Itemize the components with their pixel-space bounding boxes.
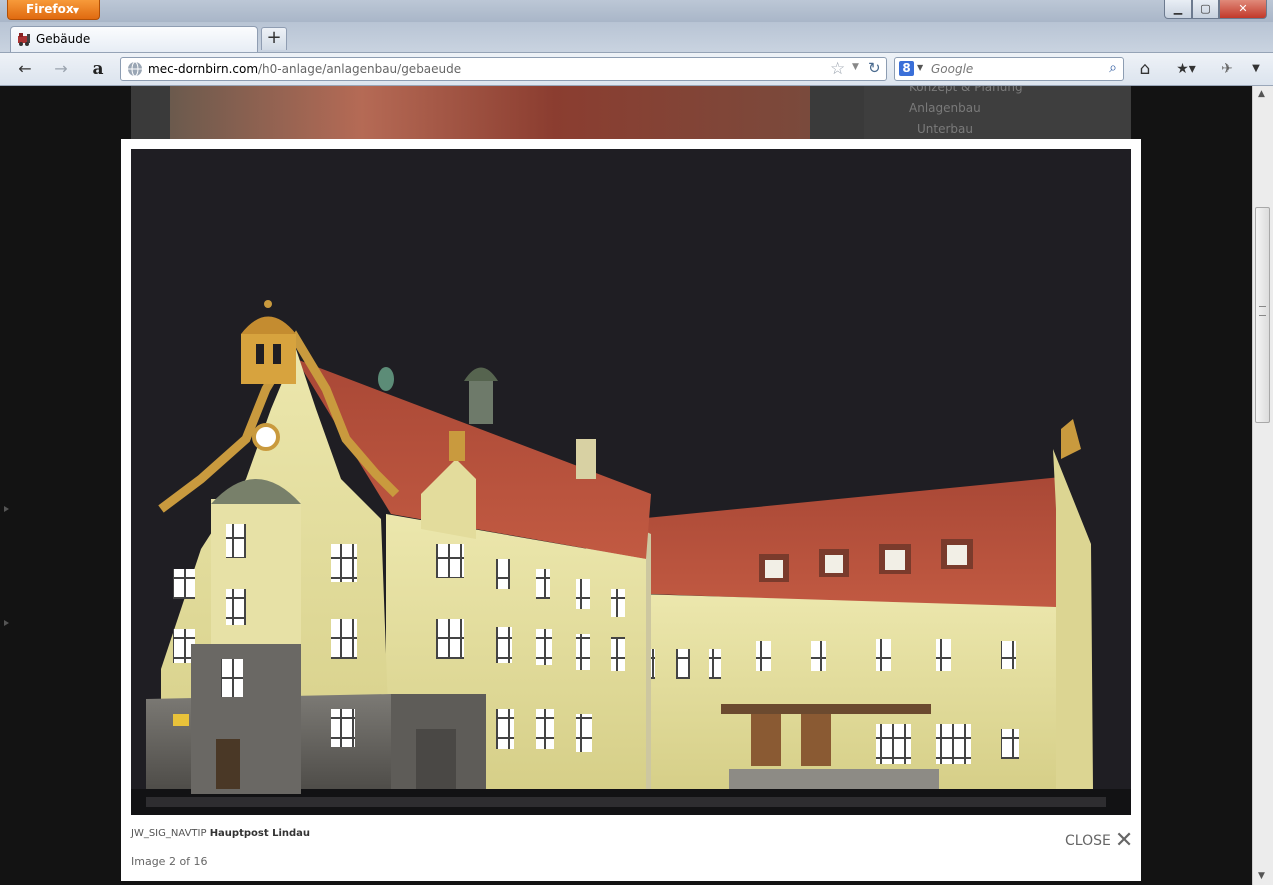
url-bar[interactable]: mec-dornbirn.com/h0-anlage/anlagenbau/ge… xyxy=(120,57,887,81)
home-icon[interactable]: ⌂ xyxy=(1134,59,1156,79)
vertical-scrollbar[interactable]: ▲ ▼ xyxy=(1252,86,1273,885)
window-close-button[interactable]: ✕ xyxy=(1219,0,1267,19)
left-resize-handle xyxy=(4,506,9,626)
chevron-down-icon[interactable]: ▼ xyxy=(1245,59,1267,79)
caption-title: Hauptpost Lindau xyxy=(209,828,311,839)
image-caption: JW_SIG_NAVTIP Hauptpost Lindau xyxy=(131,828,310,839)
bookmarks-menu-icon[interactable]: ★▾ xyxy=(1170,59,1202,79)
firefox-menu-label: Firefox xyxy=(26,2,74,16)
scroll-grip xyxy=(1259,306,1266,316)
amazon-addon-icon[interactable]: a xyxy=(87,59,109,79)
locomotive-favicon-icon xyxy=(18,33,30,46)
addon-icon[interactable]: ✈ xyxy=(1216,59,1238,79)
bg-nav-item-konzept[interactable]: Konzept & Planung xyxy=(909,86,1023,94)
lightbox: JW_SIG_NAVTIP Hauptpost Lindau Image 2 o… xyxy=(121,139,1141,881)
search-bar[interactable]: 8 ▼ Google ⌕ xyxy=(894,57,1124,81)
minimize-button[interactable]: ▁ xyxy=(1164,0,1192,19)
background-page: Konzept & Planung Anlagenbau Unterbau xyxy=(131,86,1131,146)
tab-gebaeude[interactable]: Gebäude xyxy=(10,26,258,52)
scrollbar-thumb[interactable] xyxy=(1255,207,1270,423)
search-input[interactable]: Google xyxy=(931,62,973,76)
tab-title: Gebäude xyxy=(36,32,91,46)
bg-nav-item-anlagenbau[interactable]: Anlagenbau xyxy=(909,101,981,115)
arrow-left-icon[interactable]: ← xyxy=(14,59,36,79)
maximize-button[interactable]: ▢ xyxy=(1192,0,1219,19)
arrow-right-icon[interactable]: → xyxy=(50,59,72,79)
close-label: CLOSE xyxy=(1065,833,1111,849)
lightbox-close-button[interactable]: CLOSE ✕ xyxy=(1065,830,1133,852)
navigation-toolbar: ← → a mec-dornbirn.com/h0-anlage/anlagen… xyxy=(0,52,1273,86)
url-path: /h0-anlage/anlagenbau/gebaeude xyxy=(258,62,462,76)
scroll-down-icon[interactable]: ▼ xyxy=(1258,871,1265,881)
window-titlebar: Firefox ▼ ▁ ▢ ✕ xyxy=(0,0,1273,22)
chevron-down-icon[interactable]: ▼ xyxy=(852,62,859,72)
caption-prefix: JW_SIG_NAVTIP xyxy=(131,828,207,839)
chevron-down-icon[interactable]: ▼ xyxy=(917,63,923,72)
star-icon[interactable]: ☆ xyxy=(830,59,845,79)
bg-nav-item-unterbau[interactable]: Unterbau xyxy=(917,122,973,136)
background-header-photo xyxy=(170,86,810,142)
image-counter: Image 2 of 16 xyxy=(131,855,208,868)
chevron-down-icon: ▼ xyxy=(72,6,79,15)
reload-icon[interactable]: ↻ xyxy=(868,59,881,77)
close-icon[interactable]: ✕ xyxy=(1115,830,1133,852)
background-nav: Konzept & Planung Anlagenbau Unterbau xyxy=(864,86,1131,146)
search-engine-icon[interactable]: 8 xyxy=(899,61,914,76)
url-text: mec-dornbirn.com/h0-anlage/anlagenbau/ge… xyxy=(148,62,461,76)
globe-icon xyxy=(128,61,142,77)
tab-strip: Gebäude + xyxy=(0,22,1273,52)
scroll-up-icon[interactable]: ▲ xyxy=(1258,89,1265,99)
new-tab-button[interactable]: + xyxy=(261,27,287,50)
firefox-menu-button[interactable]: Firefox ▼ xyxy=(7,0,100,20)
magnifier-icon[interactable]: ⌕ xyxy=(1109,60,1117,76)
url-host: mec-dornbirn.com xyxy=(148,62,259,76)
building-photo[interactable] xyxy=(131,149,1131,815)
